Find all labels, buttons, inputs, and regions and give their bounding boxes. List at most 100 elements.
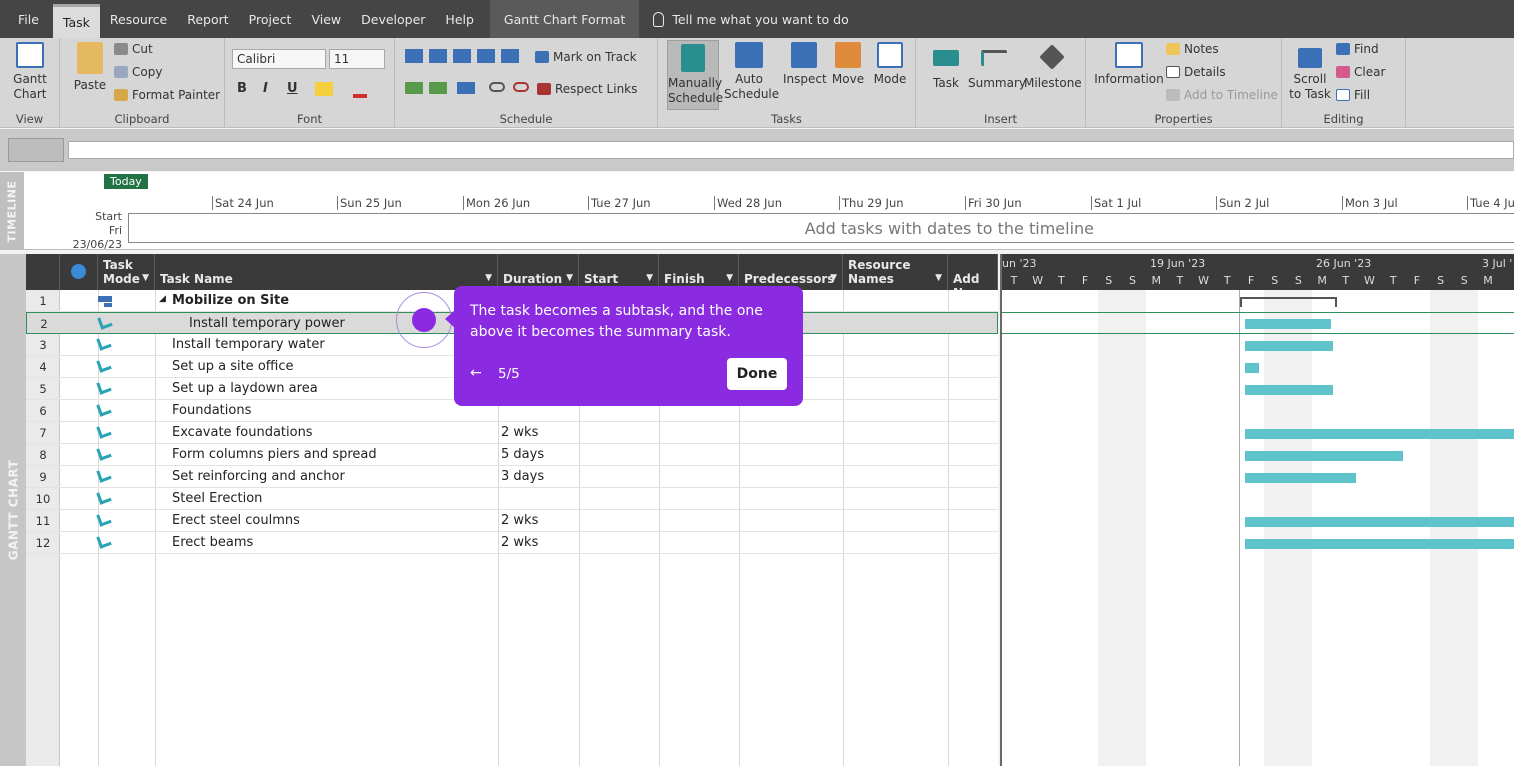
task-name-cell[interactable]: Set reinforcing and anchor — [172, 469, 345, 484]
tab-view[interactable]: View — [301, 0, 351, 38]
outdent-icon[interactable] — [405, 82, 423, 94]
font-name-select[interactable]: Calibri — [232, 49, 326, 69]
task-name-cell[interactable]: Erect beams — [172, 535, 253, 550]
inspect-button[interactable]: Inspect — [783, 42, 827, 87]
row-number[interactable]: 6 — [26, 404, 60, 418]
task-name-header[interactable]: Task Name ▼ — [155, 254, 498, 290]
task-name-cell[interactable]: Set up a site office — [172, 359, 293, 374]
tab-resource[interactable]: Resource — [100, 0, 177, 38]
row-number[interactable]: 5 — [26, 382, 60, 396]
tab-report[interactable]: Report — [177, 0, 238, 38]
task-bar[interactable] — [1245, 363, 1259, 373]
auto-schedule-button[interactable]: Auto Schedule — [724, 42, 779, 102]
notes-button[interactable]: Notes — [1166, 42, 1219, 56]
task-row[interactable]: 11 Erect steel coulmns 2 wks — [26, 510, 998, 532]
row-number[interactable]: 4 — [26, 360, 60, 374]
unlink-icon[interactable] — [513, 82, 529, 92]
duration-cell[interactable]: 2 wks — [501, 535, 538, 550]
format-painter-button[interactable]: Format Painter — [114, 88, 220, 102]
insert-task-button[interactable]: Task — [928, 42, 964, 91]
duration-cell[interactable]: 5 days — [501, 447, 544, 462]
task-name-cell[interactable]: Steel Erection — [172, 491, 262, 506]
task-bar[interactable] — [1245, 341, 1333, 351]
predecessors-header[interactable]: Predecessors ▼ — [739, 254, 843, 290]
pct-0-icon[interactable] — [405, 49, 423, 63]
row-number[interactable]: 2 — [27, 317, 61, 331]
pct-25-icon[interactable] — [429, 49, 447, 63]
duration-cell[interactable]: 2 wks — [501, 425, 538, 440]
row-number[interactable]: 3 — [26, 338, 60, 352]
task-bar[interactable] — [1245, 451, 1403, 461]
start-header[interactable]: Start ▼ — [579, 254, 659, 290]
task-bar[interactable] — [1245, 429, 1514, 439]
tab-task[interactable]: Task — [52, 4, 100, 38]
information-button[interactable]: Information — [1094, 42, 1164, 87]
copy-button[interactable]: Copy — [114, 65, 162, 79]
respect-links-button[interactable]: Respect Links — [537, 82, 637, 96]
resource-names-header[interactable]: Resource Names ▼ — [843, 254, 948, 290]
add-to-timeline-button[interactable]: Add to Timeline — [1166, 88, 1278, 102]
summary-bar[interactable] — [1240, 297, 1337, 307]
move-button[interactable]: Move — [828, 42, 868, 87]
add-new-column-header[interactable]: Add Ne — [948, 254, 998, 290]
task-name-cell[interactable]: Erect steel coulmns — [172, 513, 300, 528]
scroll-to-task-button[interactable]: Scroll to Task — [1288, 42, 1332, 102]
task-bar[interactable] — [1245, 385, 1333, 395]
entry-cancel-accept-buttons[interactable] — [8, 138, 64, 162]
hotspot-dot[interactable] — [412, 308, 436, 332]
fill-button[interactable]: Fill — [1336, 88, 1370, 102]
done-button[interactable]: Done — [727, 358, 787, 390]
task-name-cell[interactable]: Form columns piers and spread — [172, 447, 377, 462]
timeline-bar[interactable]: Add tasks with dates to the timeline — [128, 213, 1514, 243]
pct-100-icon[interactable] — [501, 49, 519, 63]
tab-file[interactable]: File — [0, 0, 53, 38]
task-name-cell[interactable]: Set up a laydown area — [172, 381, 318, 396]
underline-button[interactable]: U — [287, 81, 298, 96]
row-number[interactable]: 10 — [26, 492, 60, 506]
task-row[interactable]: 10 Steel Erection — [26, 488, 998, 510]
row-number[interactable]: 12 — [26, 536, 60, 550]
indent-icon[interactable] — [429, 82, 447, 94]
mode-button[interactable]: Mode — [870, 42, 910, 87]
font-color-icon[interactable] — [353, 82, 367, 98]
duration-cell[interactable]: 3 days — [501, 469, 544, 484]
task-mode-header[interactable]: Task Mode ▼ — [98, 254, 155, 290]
task-bar[interactable] — [1245, 473, 1356, 483]
tab-developer[interactable]: Developer — [351, 0, 435, 38]
row-number[interactable]: 9 — [26, 470, 60, 484]
link-icon[interactable] — [489, 82, 505, 92]
paste-button[interactable]: Paste — [70, 42, 110, 93]
task-bar[interactable] — [1245, 319, 1331, 329]
details-button[interactable]: Details — [1166, 65, 1226, 79]
task-name-cell[interactable]: Foundations — [172, 403, 251, 418]
task-row[interactable]: 12 Erect beams 2 wks — [26, 532, 998, 554]
duration-cell[interactable]: 2 wks — [501, 513, 538, 528]
row-number[interactable]: 1 — [26, 294, 60, 308]
tab-gantt-chart-format[interactable]: Gantt Chart Format — [489, 0, 640, 38]
task-name-cell[interactable]: Install temporary water — [172, 337, 325, 352]
task-name-cell[interactable]: Excavate foundations — [172, 425, 313, 440]
task-row[interactable]: 7 Excavate foundations 2 wks — [26, 422, 998, 444]
pct-75-icon[interactable] — [477, 49, 495, 63]
indicators-header[interactable] — [60, 254, 98, 290]
finish-header[interactable]: Finish ▼ — [659, 254, 739, 290]
insert-milestone-button[interactable]: Milestone — [1024, 42, 1082, 91]
select-all-corner[interactable] — [26, 254, 60, 290]
row-number[interactable]: 7 — [26, 426, 60, 440]
highlight-color-icon[interactable] — [315, 82, 333, 96]
find-button[interactable]: Find — [1336, 42, 1379, 56]
task-name-cell[interactable]: Mobilize on Site — [172, 293, 289, 308]
insert-summary-button[interactable]: Summary — [968, 42, 1026, 91]
clear-button[interactable]: Clear — [1336, 65, 1385, 79]
duration-header[interactable]: Duration ▼ — [498, 254, 579, 290]
font-size-select[interactable]: 11 — [329, 49, 385, 69]
cut-button[interactable]: Cut — [114, 42, 153, 56]
gantt-chart-button[interactable]: Gantt Chart — [10, 42, 50, 102]
bold-button[interactable]: B — [237, 81, 247, 96]
row-number[interactable]: 11 — [26, 514, 60, 528]
pct-50-icon[interactable] — [453, 49, 471, 63]
entry-field[interactable] — [68, 141, 1514, 159]
task-bar[interactable] — [1245, 539, 1514, 549]
manually-schedule-button[interactable]: Manually Schedule — [667, 40, 723, 110]
task-name-cell[interactable]: Install temporary power — [189, 316, 345, 331]
